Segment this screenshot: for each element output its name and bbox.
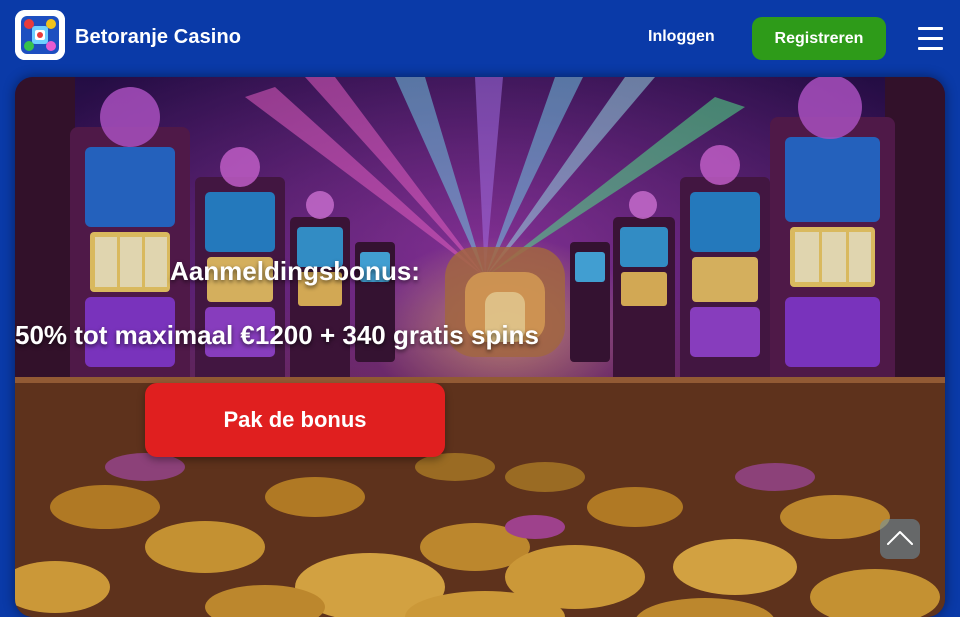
chevron-up-icon [887, 531, 913, 545]
bonus-offer: 50% tot maximaal €1200 + 340 gratis spin… [15, 320, 539, 350]
login-link[interactable]: Inloggen [648, 28, 715, 46]
hero-banner: Aanmeldingsbonus: 50% tot maximaal €1200… [15, 77, 945, 617]
casino-logo-icon[interactable] [15, 10, 65, 60]
claim-bonus-button[interactable]: Pak de bonus [145, 383, 445, 457]
bonus-label: Aanmeldingsbonus: [170, 256, 420, 286]
brand-name[interactable]: Betoranje Casino [75, 26, 241, 49]
register-button[interactable]: Registreren [752, 17, 886, 60]
hamburger-menu-icon[interactable] [918, 25, 943, 51]
scroll-to-top-button[interactable] [880, 519, 920, 559]
site-header: Betoranje Casino Inloggen Registreren [0, 0, 960, 77]
